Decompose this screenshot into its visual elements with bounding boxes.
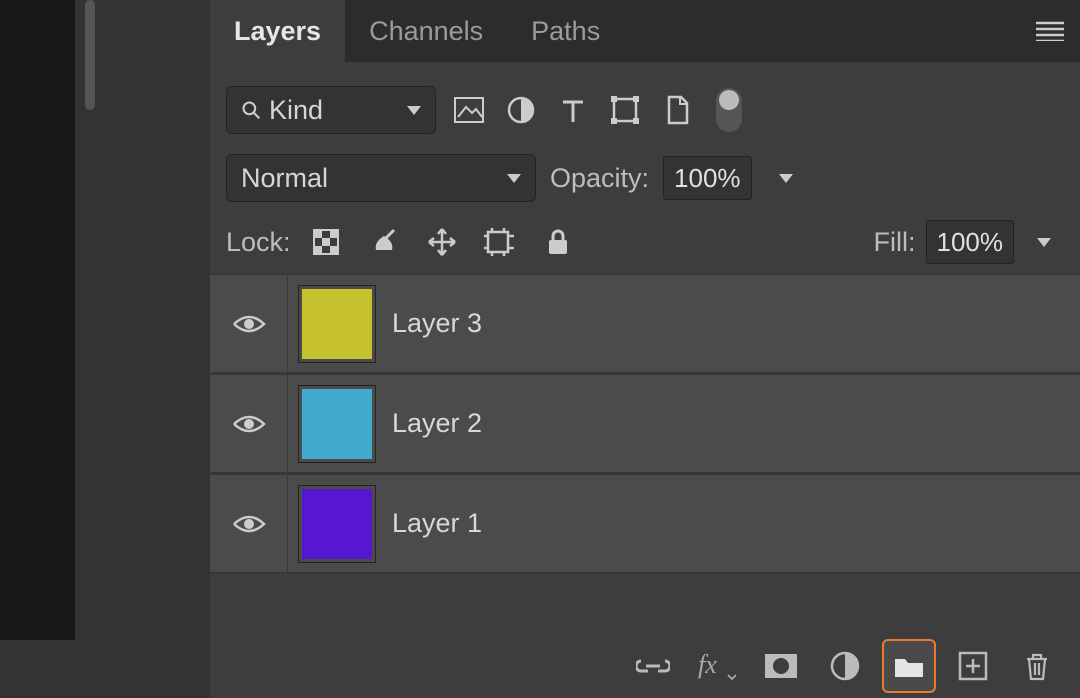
filter-kind-dropdown[interactable]: Kind	[226, 86, 436, 134]
lock-transparency-icon[interactable]	[307, 223, 345, 261]
blend-row: Normal Opacity: 100%	[210, 146, 1080, 210]
fill-value[interactable]: 100%	[926, 220, 1015, 264]
lock-position-icon[interactable]	[423, 223, 461, 261]
visibility-toggle[interactable]	[210, 275, 288, 372]
type-filter-icon[interactable]	[554, 91, 592, 129]
new-icon[interactable]	[946, 639, 1000, 693]
visibility-toggle[interactable]	[210, 375, 288, 472]
image-filter-icon[interactable]	[450, 91, 488, 129]
tab-paths[interactable]: Paths	[507, 0, 624, 62]
fill-dropdown-button[interactable]	[1024, 220, 1064, 264]
tab-channels[interactable]: Channels	[345, 0, 507, 62]
lock-all-icon[interactable]	[539, 223, 577, 261]
layers-panel: Layers Channels Paths Kind	[210, 0, 1080, 698]
chevron-down-icon	[1037, 238, 1051, 247]
layer-row[interactable]: Layer 2	[210, 374, 1080, 473]
layer-row[interactable]: Layer 3	[210, 274, 1080, 373]
panel-menu-icon[interactable]	[1036, 21, 1064, 41]
search-icon	[241, 100, 261, 120]
chevron-down-icon	[507, 174, 521, 183]
layer-thumbnail[interactable]	[298, 485, 376, 563]
opacity-dropdown-button[interactable]	[766, 156, 806, 200]
lock-row: Lock: Fill: 100%	[210, 210, 1080, 274]
eye-icon	[232, 312, 266, 336]
group-icon[interactable]	[882, 639, 936, 693]
visibility-toggle[interactable]	[210, 475, 288, 572]
smartobject-filter-icon[interactable]	[658, 91, 696, 129]
filter-row: Kind	[210, 62, 1080, 146]
trash-icon[interactable]	[1010, 639, 1064, 693]
layers-list: Layer 3 Layer 2 Layer 1	[210, 274, 1080, 634]
opacity-label: Opacity:	[550, 163, 649, 194]
fill-label: Fill:	[874, 227, 916, 258]
eye-icon	[232, 412, 266, 436]
blend-mode-value: Normal	[241, 163, 328, 194]
layer-name[interactable]: Layer 2	[392, 408, 482, 439]
lock-label: Lock:	[226, 227, 291, 258]
fx-icon[interactable]: fx	[690, 639, 744, 693]
layer-name[interactable]: Layer 3	[392, 308, 482, 339]
mask-icon[interactable]	[754, 639, 808, 693]
toggle-knob	[719, 90, 739, 110]
tab-layers[interactable]: Layers	[210, 0, 345, 62]
panel-tabs: Layers Channels Paths	[210, 0, 1080, 62]
blend-mode-dropdown[interactable]: Normal	[226, 154, 536, 202]
chevron-down-icon	[779, 174, 793, 183]
svg-text:fx: fx	[698, 651, 717, 679]
chevron-down-icon	[407, 106, 421, 115]
vertical-scrollbar[interactable]	[85, 0, 95, 110]
eye-icon	[232, 512, 266, 536]
layer-name[interactable]: Layer 1	[392, 508, 482, 539]
layer-row[interactable]: Layer 1	[210, 474, 1080, 573]
opacity-value[interactable]: 100%	[663, 156, 752, 200]
shape-filter-icon[interactable]	[606, 91, 644, 129]
lock-pixels-icon[interactable]	[365, 223, 403, 261]
adjustment-icon[interactable]	[818, 639, 872, 693]
adjustment-filter-icon[interactable]	[502, 91, 540, 129]
canvas-area[interactable]	[0, 0, 75, 640]
layer-thumbnail[interactable]	[298, 285, 376, 363]
bottom-toolbar: fx	[210, 634, 1080, 698]
layer-thumbnail[interactable]	[298, 385, 376, 463]
link-icon[interactable]	[626, 639, 680, 693]
filter-kind-label: Kind	[269, 95, 323, 126]
filter-toggle[interactable]	[716, 88, 742, 132]
lock-artboard-icon[interactable]	[481, 223, 519, 261]
